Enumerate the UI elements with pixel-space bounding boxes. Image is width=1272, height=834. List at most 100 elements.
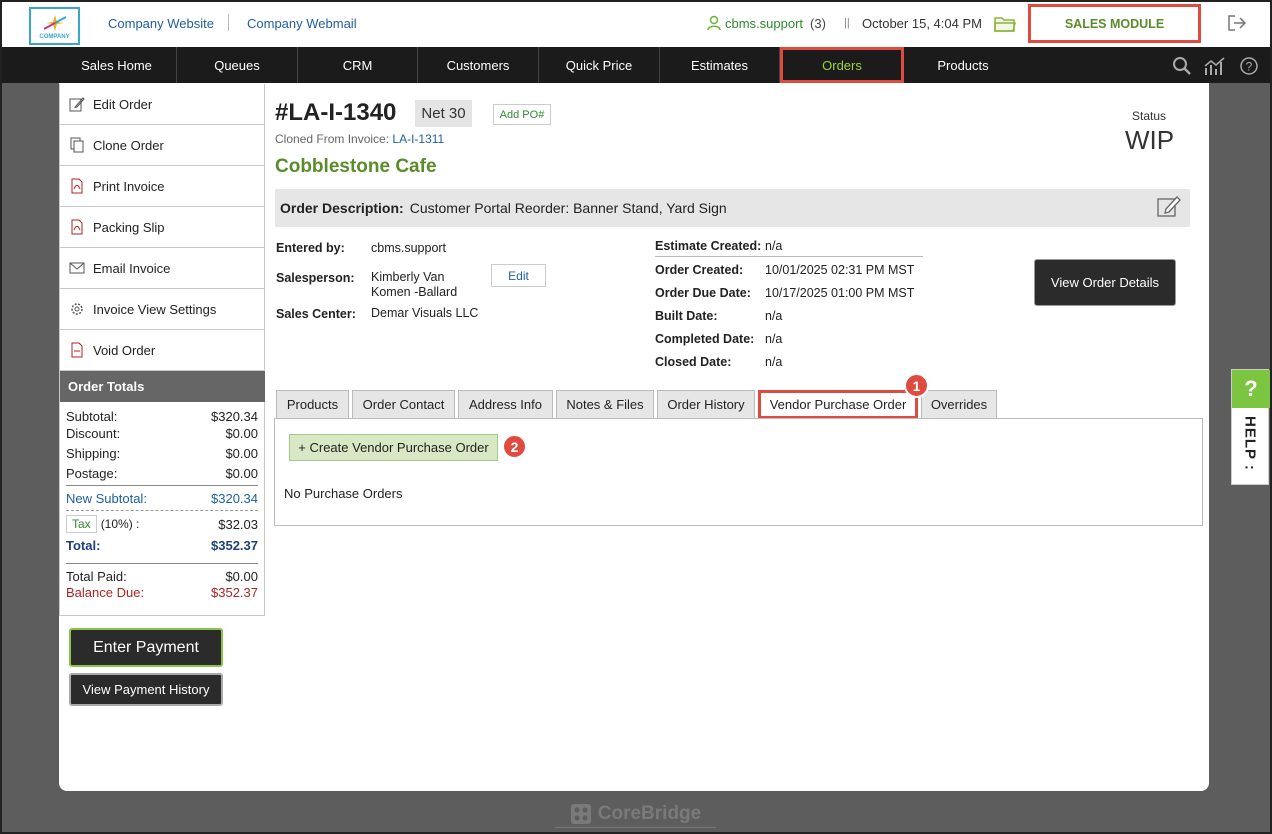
payment-terms: Net 30 — [415, 100, 472, 127]
enter-payment-button[interactable]: Enter Payment — [69, 628, 223, 667]
print-invoice-button[interactable]: Print Invoice — [59, 166, 265, 207]
help-side-tab[interactable]: ? HELP : — [1231, 369, 1270, 485]
sidebar-item-label: Print Invoice — [93, 178, 165, 194]
create-vendor-po-button[interactable]: + Create Vendor Purchase Order — [289, 434, 498, 461]
total-paid-label: Total Paid: — [66, 568, 127, 584]
built-date-value: n/a — [765, 309, 783, 323]
nav-queues[interactable]: Queues — [177, 47, 298, 83]
sidebar-item-label: Email Invoice — [93, 260, 171, 276]
tab-overrides[interactable]: Overrides — [921, 390, 997, 418]
nav-quick-price[interactable]: Quick Price — [539, 47, 660, 83]
sidebar-item-label: Packing Slip — [93, 219, 165, 235]
corebridge-mark-icon — [570, 803, 591, 824]
estimate-created-value: n/a — [765, 239, 783, 253]
shipping-row: Shipping: $0.00 — [66, 443, 258, 463]
order-created-label: Order Created: — [655, 263, 744, 277]
discount-row: Discount: $0.00 — [66, 423, 258, 443]
tax-button[interactable]: Tax — [66, 515, 97, 533]
order-totals-panel: Subtotal: $320.34 Discount: $0.00 Shipping… — [59, 402, 265, 616]
nav-products[interactable]: Products — [904, 47, 1022, 83]
status-value: WIP — [1125, 125, 1175, 155]
email-invoice-button[interactable]: Email Invoice — [59, 248, 265, 289]
total-value: $352.37 — [211, 537, 258, 553]
tab-products[interactable]: Products — [276, 390, 349, 418]
logout-icon[interactable] — [1227, 13, 1247, 36]
nav-estimates[interactable]: Estimates — [660, 47, 780, 83]
folder-icon[interactable] — [994, 15, 1016, 36]
completed-date-value: n/a — [765, 332, 783, 346]
order-due-value: 10/17/2025 01:00 PM MST — [765, 286, 915, 300]
logo-mark-icon — [43, 14, 66, 31]
main-nav: Sales Home Queues CRM Customers Quick Pr… — [0, 47, 1272, 83]
edit-description-icon[interactable] — [1157, 195, 1181, 220]
edit-icon — [69, 96, 85, 112]
tab-order-history[interactable]: Order History — [657, 390, 755, 418]
tab-notes-files[interactable]: Notes & Files — [556, 390, 654, 418]
user-icon — [707, 15, 721, 31]
sidebar-item-label: Invoice View Settings — [93, 301, 217, 317]
edit-salesperson-button[interactable]: Edit — [491, 264, 546, 287]
balance-due-value: $352.37 — [211, 584, 258, 600]
total-paid-value: $0.00 — [225, 568, 258, 584]
entered-by-value: cbms.support — [371, 241, 447, 255]
sales-module-button[interactable]: SALES MODULE — [1028, 4, 1201, 43]
company-logo[interactable]: COMPANY — [29, 7, 80, 45]
svg-text:?: ? — [1246, 60, 1253, 74]
cloned-from-label: Cloned From Invoice: — [275, 132, 390, 146]
annotation-badge-2: 2 — [502, 434, 527, 459]
tab-order-contact[interactable]: Order Contact — [352, 390, 455, 418]
void-icon — [69, 342, 85, 358]
company-webmail-link[interactable]: Company Webmail — [247, 16, 357, 31]
annotation-badge-1: 1 — [904, 373, 929, 398]
clone-order-button[interactable]: Clone Order — [59, 125, 265, 166]
status-label: Status — [1132, 109, 1167, 123]
tab-address-info[interactable]: Address Info — [458, 390, 553, 418]
tab-vendor-purchase-order[interactable]: Vendor Purchase Order — [758, 390, 918, 419]
view-order-details-button[interactable]: View Order Details — [1034, 259, 1176, 306]
corebridge-logo: CoreBridge — [555, 800, 716, 828]
order-number: #LA-I-1340 — [275, 99, 397, 126]
nav-crm[interactable]: CRM — [298, 47, 418, 83]
customer-name[interactable]: Cobblestone Cafe — [275, 156, 437, 178]
packing-slip-button[interactable]: Packing Slip — [59, 207, 265, 248]
nav-customers[interactable]: Customers — [418, 47, 539, 83]
corebridge-text: CoreBridge — [597, 802, 702, 824]
edit-order-button[interactable]: Edit Order — [59, 84, 265, 125]
nav-sales-home[interactable]: Sales Home — [57, 47, 177, 83]
divider — [66, 485, 258, 486]
tax-value: $32.03 — [218, 516, 258, 532]
search-icon[interactable] — [1172, 56, 1192, 79]
sidebar-item-label: Clone Order — [93, 137, 164, 153]
postage-value: $0.00 — [225, 465, 258, 481]
tax-row: Tax (10%) : $32.03 — [66, 513, 258, 535]
user-menu[interactable]: cbms.support (3) — [706, 15, 826, 31]
cloned-invoice-link[interactable]: LA-I-1311 — [392, 132, 444, 146]
mail-icon — [69, 260, 85, 276]
new-subtotal-row: New Subtotal: $320.34 — [66, 488, 258, 508]
clone-icon — [69, 137, 85, 153]
sales-center-value: Demar Visuals LLC — [371, 306, 479, 320]
cloned-from: Cloned From Invoice: LA-I-1311 — [275, 132, 444, 146]
salesperson-value-line2: Komen -Ballard — [371, 285, 458, 299]
order-due-label: Order Due Date: — [655, 286, 751, 300]
logo-text: COMPANY — [39, 33, 70, 40]
divider — [66, 563, 258, 564]
subtotal-value: $320.34 — [211, 408, 258, 424]
void-order-button[interactable]: Void Order — [59, 330, 265, 371]
postage-label: Postage: — [66, 465, 118, 481]
invoice-view-settings-button[interactable]: Invoice View Settings — [59, 289, 265, 330]
shipping-label: Shipping: — [66, 445, 121, 461]
total-row: Total: $352.37 — [66, 535, 258, 555]
estimate-created-label: Estimate Created: — [655, 239, 762, 253]
analytics-icon[interactable] — [1204, 56, 1226, 79]
order-description: Order Description: Customer Portal Reord… — [275, 189, 1190, 227]
shipping-value: $0.00 — [225, 445, 258, 461]
help-circle-icon[interactable]: ? — [1239, 56, 1259, 79]
user-count: (3) — [810, 15, 826, 31]
company-website-link[interactable]: Company Website — [108, 16, 214, 31]
add-po-button[interactable]: Add PO# — [493, 104, 551, 125]
view-payment-history-button[interactable]: View Payment History — [69, 673, 223, 706]
current-datetime: October 15, 4:04 PM — [862, 16, 982, 31]
nav-orders[interactable]: Orders — [780, 47, 904, 83]
salesperson-label: Salesperson: — [276, 271, 355, 285]
